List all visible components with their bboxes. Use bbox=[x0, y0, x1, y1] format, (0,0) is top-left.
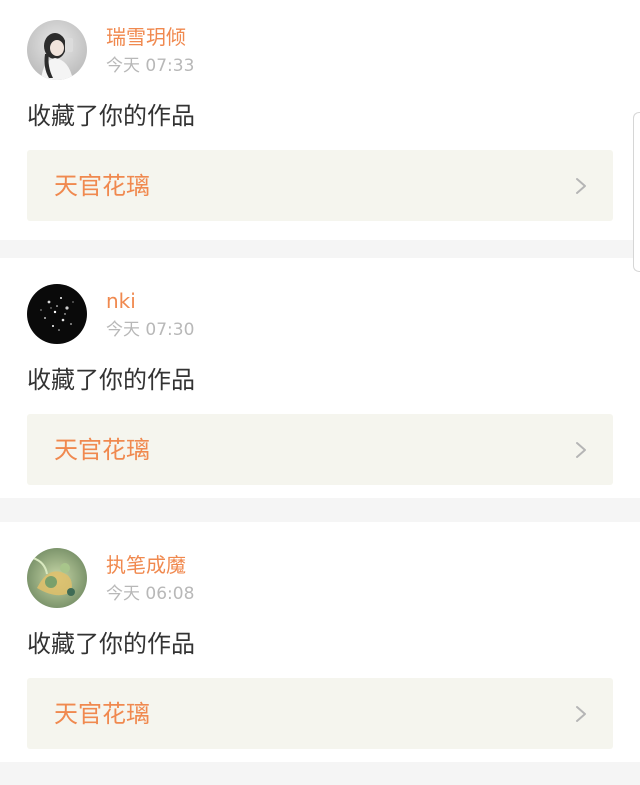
work-title: 天官花璃 bbox=[54, 172, 150, 200]
action-text: 收藏了你的作品 bbox=[27, 366, 195, 394]
work-link[interactable]: 天官花璃 bbox=[27, 678, 613, 749]
work-link[interactable]: 天官花璃 bbox=[27, 414, 613, 485]
work-title: 天官花璃 bbox=[54, 700, 150, 728]
user-avatar[interactable] bbox=[27, 20, 87, 80]
avatar-dark-sparkle-icon bbox=[27, 284, 87, 344]
user-avatar[interactable] bbox=[27, 284, 87, 344]
timestamp: 今天 06:08 bbox=[106, 584, 195, 604]
scroll-indicator[interactable] bbox=[633, 112, 640, 272]
timestamp: 今天 07:33 bbox=[106, 56, 195, 76]
chevron-right-icon bbox=[576, 178, 586, 194]
chevron-right-icon bbox=[576, 442, 586, 458]
action-text: 收藏了你的作品 bbox=[27, 630, 195, 658]
action-text: 收藏了你的作品 bbox=[27, 102, 195, 130]
chevron-right-icon bbox=[576, 706, 586, 722]
work-link[interactable]: 天官花璃 bbox=[27, 150, 613, 221]
timestamp: 今天 07:30 bbox=[106, 320, 195, 340]
notification-card: 瑞雪玥倾 今天 07:33 收藏了你的作品 天官花璃 bbox=[0, 0, 640, 240]
username[interactable]: nki bbox=[106, 288, 136, 314]
user-avatar[interactable] bbox=[27, 548, 87, 608]
username[interactable]: 瑞雪玥倾 bbox=[106, 24, 186, 50]
username[interactable]: 执笔成魔 bbox=[106, 552, 186, 578]
avatar-girl-photo-icon bbox=[27, 20, 87, 80]
avatar-green-illustration-icon bbox=[27, 548, 87, 608]
work-title: 天官花璃 bbox=[54, 436, 150, 464]
notification-card: 执笔成魔 今天 06:08 收藏了你的作品 天官花璃 bbox=[0, 522, 640, 762]
notification-card: nki 今天 07:30 收藏了你的作品 天官花璃 bbox=[0, 258, 640, 498]
